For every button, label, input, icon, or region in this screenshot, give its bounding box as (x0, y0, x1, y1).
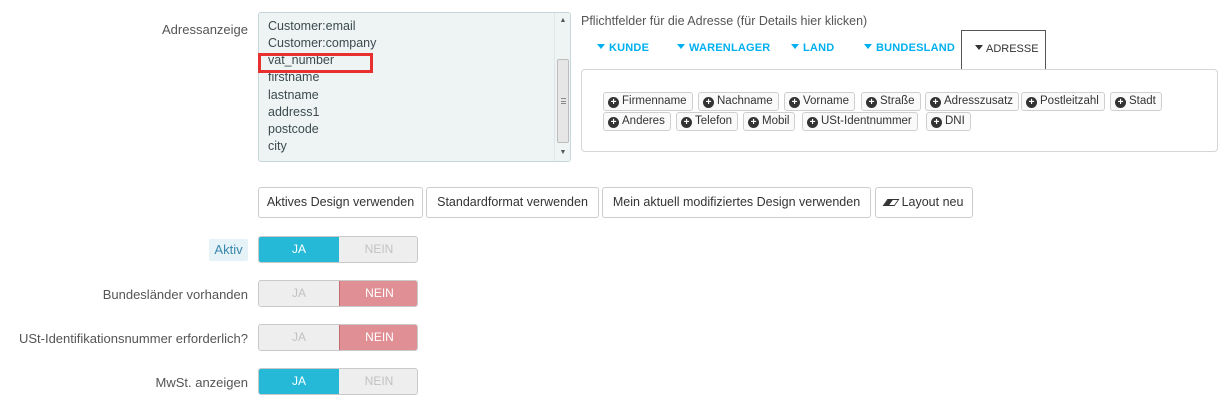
plus-circle-icon: + (1115, 97, 1126, 108)
toggle-no[interactable]: NEIN (339, 369, 417, 394)
caret-down-icon (597, 44, 605, 49)
use-modified-design-button[interactable]: Mein aktuell modifiziertes Design verwen… (602, 187, 871, 218)
chip-label: DNI (945, 115, 965, 127)
chip-label: Telefon (695, 115, 733, 127)
toggle-yes[interactable]: JA (259, 369, 339, 394)
chip-label: Nachname (717, 95, 773, 107)
plus-circle-icon: + (866, 97, 877, 108)
field-chips-panel: + Firmenname + Nachname + Vorname + Straße +… (581, 69, 1218, 152)
address-display-label: Adressanzeige (162, 22, 248, 37)
caret-down-icon (864, 44, 872, 49)
scroll-down-arrow-icon[interactable]: ▼ (555, 146, 570, 160)
toggle-no[interactable]: NEIN (339, 281, 417, 306)
chip-label: USt-Identnummer (821, 115, 912, 127)
chip-strasse[interactable]: + Straße (861, 92, 921, 111)
tab-adresse-label[interactable]: ADRESSE (975, 43, 1039, 55)
states-available-label: Bundesländer vorhanden (102, 287, 248, 302)
chip-label: Adresszusatz (944, 95, 1014, 107)
grip-icon (561, 98, 566, 104)
chip-anderes[interactable]: + Anderes (603, 112, 671, 131)
use-active-design-button[interactable]: Aktives Design verwenden (258, 187, 423, 218)
chip-label: Anderes (622, 115, 665, 127)
address-line: city (268, 139, 287, 153)
layout-new-label: Layout neu (901, 195, 964, 209)
tab-label: ADRESSE (986, 43, 1039, 55)
chip-dni[interactable]: + DNI (926, 112, 971, 131)
plus-circle-icon: + (1026, 97, 1037, 108)
chip-stadt[interactable]: + Stadt (1110, 92, 1162, 111)
toggle-no[interactable]: NEIN (339, 325, 417, 350)
tab-label: KUNDE (609, 42, 650, 54)
chip-label: Stadt (1129, 95, 1156, 107)
toggle-no[interactable]: NEIN (339, 237, 417, 262)
aktiv-label: Aktiv (209, 239, 248, 261)
highlight-box (258, 53, 373, 73)
address-line: Customer:company (268, 36, 377, 50)
address-line: Customer:email (268, 19, 356, 33)
address-line: postcode (268, 122, 319, 136)
eraser-icon (882, 199, 900, 206)
tab-bundesland[interactable]: BUNDESLAND (864, 42, 955, 54)
tab-kunde[interactable]: KUNDE (597, 42, 649, 54)
plus-circle-icon: + (608, 117, 619, 128)
tab-label: LAND (803, 42, 835, 54)
toggle-yes[interactable]: JA (259, 237, 339, 262)
states-available-toggle[interactable]: JA NEIN (258, 280, 418, 307)
plus-circle-icon: + (748, 117, 759, 128)
use-standard-format-button[interactable]: Standardformat verwenden (426, 187, 599, 218)
show-tax-label: MwSt. anzeigen (155, 375, 249, 390)
address-format-textarea[interactable]: Customer:email Customer:company vat_numb… (258, 12, 571, 162)
plus-circle-icon: + (681, 117, 692, 128)
caret-down-icon (677, 44, 685, 49)
caret-down-icon (791, 44, 799, 49)
chip-mobil[interactable]: + Mobil (743, 112, 796, 131)
tab-warenlager[interactable]: WARENLAGER (677, 42, 770, 54)
chip-vorname[interactable]: + Vorname (784, 92, 856, 111)
vat-number-required-label: USt-Identifikationsnummer erforderlich? (18, 331, 248, 346)
chip-label: Postleitzahl (1040, 95, 1099, 107)
chip-firmenname[interactable]: + Firmenname (603, 92, 693, 111)
address-line: address1 (268, 105, 320, 119)
chip-label: Firmenname (622, 95, 687, 107)
scroll-up-arrow-icon[interactable]: ▲ (555, 14, 570, 28)
plus-circle-icon: + (807, 117, 818, 128)
scrollbar-thumb[interactable] (557, 59, 569, 143)
plus-circle-icon: + (789, 97, 800, 108)
plus-circle-icon: + (931, 117, 942, 128)
required-fields-link[interactable]: Pflichtfelder für die Adresse (für Detai… (581, 14, 867, 28)
chip-postleitzahl[interactable]: + Postleitzahl (1021, 92, 1105, 111)
chip-label: Vorname (803, 95, 850, 107)
plus-circle-icon: + (703, 97, 714, 108)
chip-label: Straße (880, 95, 915, 107)
tab-label: WARENLAGER (689, 42, 771, 54)
tab-land[interactable]: LAND (791, 42, 834, 54)
vat-number-required-toggle[interactable]: JA NEIN (258, 324, 418, 351)
show-tax-toggle[interactable]: JA NEIN (258, 368, 418, 395)
chip-label: Mobil (762, 115, 790, 127)
tab-label: BUNDESLAND (876, 42, 955, 54)
address-line: lastname (268, 88, 319, 102)
plus-circle-icon: + (930, 97, 941, 108)
aktiv-toggle[interactable]: JA NEIN (258, 236, 418, 263)
chip-nachname[interactable]: + Nachname (698, 92, 779, 111)
toggle-yes[interactable]: JA (259, 281, 339, 306)
toggle-yes[interactable]: JA (259, 325, 339, 350)
layout-new-button[interactable]: Layout neu (875, 187, 973, 218)
plus-circle-icon: + (608, 97, 619, 108)
caret-down-icon (975, 45, 983, 50)
chip-telefon[interactable]: + Telefon (676, 112, 739, 131)
textarea-scrollbar[interactable]: ▲ ▼ (554, 13, 570, 161)
chip-ust-identnummer[interactable]: + USt-Identnummer (802, 112, 918, 131)
chip-adresszusatz[interactable]: + Adresszusatz (925, 92, 1020, 111)
